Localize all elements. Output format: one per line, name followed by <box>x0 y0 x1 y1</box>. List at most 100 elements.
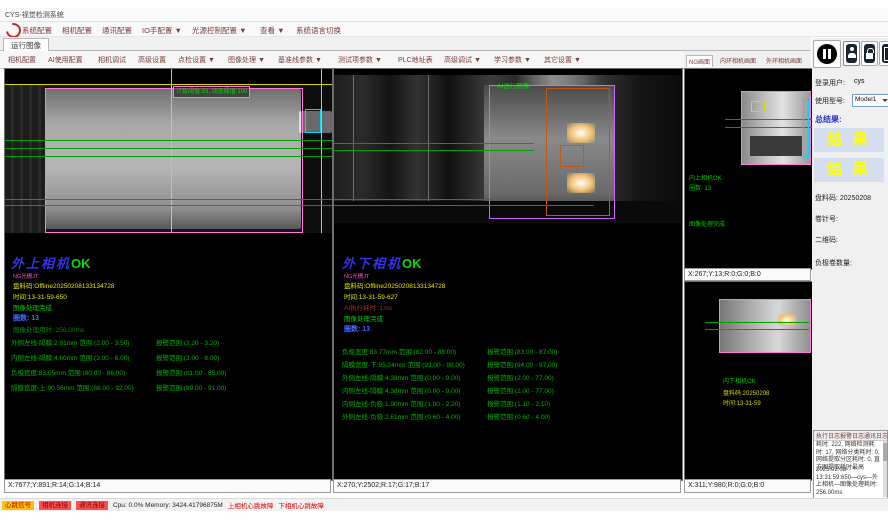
measure-value: 负极宽度:83.77mm 范围:(82.00 - 88.00) <box>342 349 456 356</box>
rb-result-line2: 盘料码:20250208 <box>723 388 769 397</box>
edge-line-green-1 <box>334 143 534 144</box>
user-button[interactable] <box>843 41 860 66</box>
threshold-overlay-text: 计数阈值:93, 动态阈值:100 <box>173 86 250 98</box>
right-top-camera-view[interactable]: 内上相机OK 圈数: 13 图像处理完成 <box>684 68 813 270</box>
measure-value: 隔膜宽度-上:90.56mm 范围:(88.00 - 92.00) <box>11 385 134 392</box>
tool-camera-debug[interactable]: 相机调试 <box>98 55 126 65</box>
log-scroll-thumb[interactable] <box>883 443 887 461</box>
middle-camera-view[interactable]: AI运行图像 外下相机OK NG光栅JT 盘料码:Offline20250208… <box>333 68 683 481</box>
log-tab-exec[interactable]: 执行日志 <box>815 431 841 440</box>
measure-value: 外侧左线-负极:2.61mm 范围:(0.60 - 4.00) <box>342 414 460 421</box>
menu-comm-config[interactable]: 通讯配置 <box>102 25 132 36</box>
tool-advanced-set[interactable]: 高级设置 <box>138 55 166 65</box>
exit-button[interactable] <box>879 41 888 66</box>
menu-light-config[interactable]: 光源控制配置 ▼ <box>192 25 247 36</box>
measure-row: 内侧左线-隔膜:4.38mm 范围:(0.00 - 9.00) 报警范围:(2.0… <box>342 385 678 395</box>
rtab-inner-cam[interactable]: 内环相机画面 <box>718 55 758 66</box>
tab-run-image[interactable]: 运行图像 <box>3 38 49 51</box>
log-scrollbar[interactable] <box>883 441 887 497</box>
result-text-1: 结 果 <box>827 131 870 148</box>
log-tab-comm[interactable]: 通讯日志 <box>863 431 888 440</box>
log-text-2: 2025:02:08-13:31:59:650—cys—外上相机—图像处理耗时:… <box>816 467 880 497</box>
pause-button[interactable] <box>813 40 841 68</box>
left-barcode-text: 盘料码:Offline20250208133134728 <box>13 280 114 290</box>
tool-image-process[interactable]: 图像处理 ▼ <box>228 55 265 65</box>
app-window: CYS-视觉检测系统 系统配置 相机配置 通讯配置 IO手配置 ▼ 光源控制配置… <box>0 0 888 522</box>
guide-line-v-yellow-2 <box>321 69 322 233</box>
rt-result-line1: 内上相机OK <box>689 173 722 182</box>
edge-line-green-5 <box>5 205 332 206</box>
alarm-range: 报警范围:(2.00 - 77.00) <box>487 385 554 395</box>
measure-value: 内侧左线-隔膜:4.38mm 范围:(0.00 - 9.00) <box>342 388 460 395</box>
qr-code-label: 二维码: <box>815 235 838 245</box>
log-tab-alarm[interactable]: 报警日志 <box>839 431 865 440</box>
left-camera-title: 外上相机OK <box>11 253 91 272</box>
mid-ai-time-text: AI执行耗时: 1ms <box>344 302 392 312</box>
sidebar: 登录用户: cys 使用型号: Model1 总结果: 结 果 结 果 盘料码:… <box>812 38 888 498</box>
detect-subzone-box <box>560 145 584 167</box>
rtab-outer-cam[interactable]: 外环相机画面 <box>764 55 804 66</box>
measure-value: 隔膜宽度-下:95.24mm 范围:(93.00 - 98.00) <box>342 362 465 369</box>
measure-row: 外侧左线-隔膜:2.91mm 范围:(2.00 - 3.50)报警范围:(2.2… <box>11 337 331 347</box>
menu-bar: 系统配置 相机配置 通讯配置 IO手配置 ▼ 光源控制配置 ▼ 查看 ▼ 系统语… <box>0 22 888 37</box>
tool-test-param[interactable]: 测试项参数 ▼ <box>338 55 382 65</box>
upper-camera-fault-text: 上相机心跳故障 <box>228 500 274 510</box>
edge-line-green-2 <box>705 329 809 330</box>
lock-icon <box>864 44 875 63</box>
menu-io-config[interactable]: IO手配置 ▼ <box>142 25 182 36</box>
tray-barcode: 盘料码: 20250208 <box>815 193 871 203</box>
left-elapsed-text: 图像处理用时: 256.00ms <box>13 324 84 334</box>
tool-plc-table[interactable]: PLC地址表 <box>398 55 433 65</box>
middle-camera-title: 外下相机OK <box>342 253 422 272</box>
log-panel: 执行日志 报警日志 通讯日志 耗时: 222, 网络检测耗时: 17, 网络分类… <box>813 430 888 500</box>
edge-line-green-4 <box>334 205 594 206</box>
tool-other-set[interactable]: 其它设置 ▼ <box>544 55 581 65</box>
toolbar: 相机配置 AI使用配置 相机调试 高级设置 点检设置 ▼ 图像处理 ▼ 基准线参… <box>0 51 684 69</box>
alarm-range: 报警范围:(0.60 - 4.00) <box>487 411 550 421</box>
login-user-value: cys <box>854 78 865 85</box>
tool-baseline-param[interactable]: 基准线参数 ▼ <box>278 55 322 65</box>
edge-marker <box>803 99 809 157</box>
alarm-range: 报警范围:(94.00 - 97.00) <box>487 359 557 369</box>
tool-spot-check[interactable]: 点检设置 ▼ <box>178 55 215 65</box>
user-icon <box>846 44 857 63</box>
measure-value: 外侧左线-隔膜:2.91mm 范围:(2.00 - 3.50) <box>11 340 129 347</box>
left-loop-count: 圈数: 13 <box>13 313 39 323</box>
login-user-label: 登录用户: <box>815 78 845 88</box>
title-bar[interactable]: CYS-视觉检测系统 <box>0 8 888 22</box>
rt-result-line3: 图像处理完成 <box>689 219 725 228</box>
edge-line-green-4 <box>5 199 332 200</box>
menu-language-switch[interactable]: 系统语言切换 <box>296 25 341 36</box>
model-select[interactable]: Model1 <box>852 94 888 107</box>
log-tab-strip: 执行日志 报警日志 通讯日志 <box>814 431 887 441</box>
mid-loop-count: 圈数: 13 <box>344 324 370 334</box>
menu-camera-config[interactable]: 相机配置 <box>62 25 92 36</box>
measure-row: 负极宽度:83.05mm 范围:(80.00 - 86.00)报警范围:(81.… <box>11 367 331 377</box>
alarm-range: 报警范围:(2.00 - 77.00) <box>487 372 554 382</box>
menu-view[interactable]: 查看 ▼ <box>260 25 285 36</box>
right-bottom-camera-view[interactable]: 内下相机OK 盘料码:20250208 时间:13-31-59 <box>684 281 813 481</box>
tool-camera-config[interactable]: 相机配置 <box>8 55 36 65</box>
lock-button[interactable] <box>861 41 878 66</box>
measure-value: 内侧左线-隔膜:4.60mm 范围:(3.00 - 6.00) <box>11 355 129 362</box>
edge-line-green-2 <box>5 148 332 149</box>
tool-learn-param[interactable]: 学习参数 ▼ <box>494 55 531 65</box>
left-done-text: 图像处理完成 <box>13 302 52 312</box>
window-title: CYS-视觉检测系统 <box>5 10 64 20</box>
needle-number-label: 卷针号: <box>815 214 838 224</box>
tool-adv-debug[interactable]: 高级调试 ▼ <box>444 55 481 65</box>
right-panel-tabs: NG画面 内环相机画面 外环相机画面 <box>684 51 811 69</box>
measure-value: 负极宽度:83.05mm 范围:(80.00 - 86.00) <box>11 370 125 377</box>
measure-row: 外侧左线-负极:2.61mm 范围:(0.60 - 4.00) 报警范围:(0.6… <box>342 411 678 421</box>
alarm-range: 报警范围:(3.00 - 8.00) <box>156 352 219 362</box>
result-box-2: 结 果 <box>814 158 884 182</box>
middle-camera-status: OK <box>402 256 422 271</box>
cpu-memory-text: Cpu: 0.0% Memory: 3424.41796875M <box>113 502 223 509</box>
status-bar: 心跳信号 相机连接 通讯连接 Cpu: 0.0% Memory: 3424.41… <box>0 498 888 511</box>
glow-spot <box>778 314 796 326</box>
rtab-ng-view[interactable]: NG画面 <box>686 55 713 67</box>
menu-system-config[interactable]: 系统配置 <box>22 25 52 36</box>
tool-ai-config[interactable]: AI使用配置 <box>48 55 83 65</box>
left-camera-view[interactable]: 计数阈值:93, 动态阈值:100 外上相机OK NG光栅JT 盘料码:Offl… <box>4 68 333 481</box>
left-time-text: 时间:13-31-59-650 <box>13 291 67 301</box>
